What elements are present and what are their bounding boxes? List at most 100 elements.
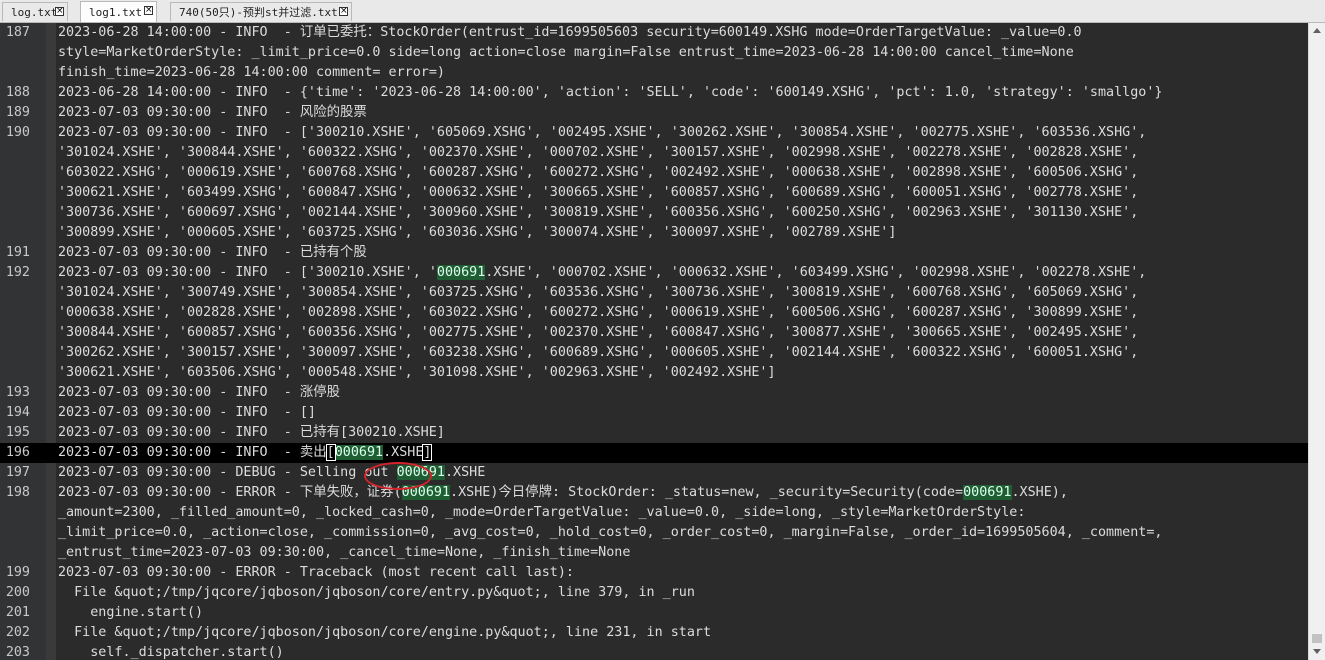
tab-label: log.txt <box>11 5 58 19</box>
editor-area[interactable]: 187 2023-06-28 14:00:00 - INFO - 订单已委托：St… <box>0 23 1308 660</box>
text-segment: 2023-06-28 14:00:00 - INFO - 订单已委托：Stock… <box>58 25 1082 40</box>
text-segment: 2023-07-03 09:30:00 - INFO - [] <box>58 405 316 420</box>
line-number: 199 <box>5 565 30 580</box>
text-line[interactable]: _amount=2300, _filled_amount=0, _locked_… <box>0 503 1308 523</box>
text-segment: engine.start() <box>58 605 204 620</box>
line-text: File &quot;/tmp/jqcore/jqboson/jqboson/c… <box>58 623 711 643</box>
scroll-down-button[interactable] <box>1309 644 1325 660</box>
line-text: 2023-07-03 09:30:00 - INFO - [] <box>58 403 316 423</box>
scrollbar-track[interactable] <box>1309 39 1325 644</box>
vertical-scrollbar[interactable] <box>1308 23 1325 660</box>
line-number: 203 <box>5 645 30 660</box>
line-number: 191 <box>5 245 30 260</box>
line-number <box>0 183 30 203</box>
text-line[interactable]: '300262.XSHE', '300157.XSHE', '300097.XS… <box>0 343 1308 363</box>
line-text: 2023-07-03 09:30:00 - ERROR - Traceback … <box>58 563 574 583</box>
text-line[interactable]: '300899.XSHE', '000605.XSHE', '603725.XS… <box>0 223 1308 243</box>
text-line[interactable]: '000638.XSHE', '002828.XSHE', '002898.XS… <box>0 303 1308 323</box>
text-line[interactable]: '300844.XSHE', '600857.XSHG', '600356.XS… <box>0 323 1308 343</box>
close-icon[interactable]: × <box>339 7 348 16</box>
text-segment: .XSHE', '000702.XSHE', '000632.XSHE', '6… <box>485 265 1147 280</box>
text-segment: '300899.XSHE', '000605.XSHE', '603725.XS… <box>58 225 897 240</box>
text-segment: .XSHE <box>444 465 486 480</box>
scroll-up-button[interactable] <box>1309 23 1325 39</box>
text-line[interactable]: 195 2023-07-03 09:30:00 - INFO - 已持有[3002… <box>0 423 1308 443</box>
text-segment: .XSHE <box>383 445 424 460</box>
search-highlight: 000691 <box>334 445 384 460</box>
line-text: '300844.XSHE', '600857.XSHG', '600356.XS… <box>58 323 1138 343</box>
text-line[interactable]: style=MarketOrderStyle: _limit_price=0.0… <box>0 43 1308 63</box>
line-text: engine.start() <box>58 603 203 623</box>
close-icon[interactable]: × <box>144 6 153 15</box>
text-line[interactable]: 199 2023-07-03 09:30:00 - ERROR - Traceba… <box>0 563 1308 583</box>
line-text: 2023-07-03 09:30:00 - INFO - 已持有个股 <box>58 243 367 263</box>
text-line[interactable]: 198 2023-07-03 09:30:00 - ERROR - 下单失败，证券… <box>0 483 1308 503</box>
text-line[interactable]: 192 2023-07-03 09:30:00 - INFO - ['300210… <box>0 263 1308 283</box>
text-line[interactable]: 189 2023-07-03 09:30:00 - INFO - 风险的股票 <box>0 103 1308 123</box>
text-line[interactable]: finish_time=2023-06-28 14:00:00 comment=… <box>0 63 1308 83</box>
text-line[interactable]: 194 2023-07-03 09:30:00 - INFO - [] <box>0 403 1308 423</box>
text-line[interactable]: 203 self._dispatcher.start() <box>0 643 1308 660</box>
line-number <box>0 283 30 303</box>
line-number: 188 <box>5 85 30 100</box>
text-segment: '300621.XSHE', '603499.XSHG', '600847.XS… <box>58 185 1139 200</box>
line-number <box>0 203 30 223</box>
line-number: 193 <box>5 385 30 400</box>
text-line[interactable]: '300736.XSHE', '600697.XSHG', '002144.XS… <box>0 203 1308 223</box>
text-segment: 2023-07-03 09:30:00 - INFO - ['300210.XS… <box>58 265 437 280</box>
text-segment: '300736.XSHE', '600697.XSHG', '002144.XS… <box>58 205 1139 220</box>
line-number <box>0 143 30 163</box>
line-number: 192 <box>5 265 30 280</box>
line-text: '300736.XSHE', '600697.XSHG', '002144.XS… <box>58 203 1138 223</box>
text-line[interactable]: '300621.XSHE', '603499.XSHG', '600847.XS… <box>0 183 1308 203</box>
text-line[interactable]: '301024.XSHE', '300749.XSHE', '300854.XS… <box>0 283 1308 303</box>
text-line[interactable]: 193 2023-07-03 09:30:00 - INFO - 涨停股 <box>0 383 1308 403</box>
text-segment: '603022.XSHG', '000619.XSHE', '600768.XS… <box>58 165 1139 180</box>
text-line[interactable]: _limit_price=0.0, _action=close, _commis… <box>0 523 1308 543</box>
text-segment: 2023-07-03 09:30:00 - INFO - 风险的股票 <box>58 105 367 120</box>
text-segment: .XSHE)今日停牌: StockOrder: _status=new, _se… <box>450 485 964 500</box>
tab-740-txt[interactable]: 740(50只)-预判st并过滤.txt × <box>170 2 352 21</box>
line-text: 2023-07-03 09:30:00 - INFO - ['300210.XS… <box>58 263 1146 283</box>
line-number <box>0 523 30 543</box>
text-line[interactable]: _entrust_time=2023-07-03 09:30:00, _canc… <box>0 543 1308 563</box>
text-line[interactable]: 202 File &quot;/tmp/jqcore/jqboson/jqbos… <box>0 623 1308 643</box>
text-line[interactable]: 191 2023-07-03 09:30:00 - INFO - 已持有个股 <box>0 243 1308 263</box>
text-segment: self._dispatcher.start() <box>58 645 284 660</box>
text-line[interactable]: 200 File &quot;/tmp/jqcore/jqboson/jqbos… <box>0 583 1308 603</box>
line-number: 197 <box>5 465 30 480</box>
line-text: 2023-07-03 09:30:00 - INFO - ['300210.XS… <box>58 123 1146 143</box>
text-segment: 2023-07-03 09:30:00 - INFO - 涨停股 <box>58 385 341 400</box>
line-number: 202 <box>5 625 30 640</box>
tab-log-txt[interactable]: log.txt × <box>2 2 68 21</box>
line-text: '301024.XSHE', '300844.XSHE', '600322.XS… <box>58 143 1138 163</box>
text-segment: 2023-07-03 09:30:00 - INFO - ['300210.XS… <box>58 125 1147 140</box>
line-number: 187 <box>5 25 30 40</box>
text-line[interactable]: 201 engine.start() <box>0 603 1308 623</box>
line-number: 198 <box>5 485 30 500</box>
line-number: 195 <box>5 425 30 440</box>
line-text: '300621.XSHE', '603499.XSHG', '600847.XS… <box>58 183 1138 203</box>
text-segment: style=MarketOrderStyle: _limit_price=0.0… <box>58 45 1074 60</box>
text-line[interactable]: 188 2023-06-28 14:00:00 - INFO - {'time':… <box>0 83 1308 103</box>
text-line[interactable]: 187 2023-06-28 14:00:00 - INFO - 订单已委托：St… <box>0 23 1308 43</box>
tab-label: log1.txt <box>89 5 142 19</box>
text-line[interactable]: 190 2023-07-03 09:30:00 - INFO - ['300210… <box>0 123 1308 143</box>
text-line[interactable]: '301024.XSHE', '300844.XSHE', '600322.XS… <box>0 143 1308 163</box>
tab-log1-txt[interactable]: log1.txt × <box>80 1 157 22</box>
line-text: 2023-06-28 14:00:00 - INFO - {'time': '2… <box>58 83 1162 103</box>
arrow-up-icon <box>1313 28 1321 33</box>
text-segment: '300844.XSHE', '600857.XSHG', '600356.XS… <box>58 325 1139 340</box>
current-line[interactable]: 196 2023-07-03 09:30:00 - INFO - 卖出[00069… <box>0 443 1308 463</box>
close-icon[interactable]: × <box>55 7 64 16</box>
line-number <box>0 223 30 243</box>
line-text: _entrust_time=2023-07-03 09:30:00, _canc… <box>58 543 630 563</box>
text-lines: 187 2023-06-28 14:00:00 - INFO - 订单已委托：St… <box>0 23 1308 660</box>
text-line[interactable]: '603022.XSHG', '000619.XSHE', '600768.XS… <box>0 163 1308 183</box>
text-segment: _limit_price=0.0, _action=close, _commis… <box>58 525 1163 540</box>
text-segment: '000638.XSHE', '002828.XSHE', '002898.XS… <box>58 305 1139 320</box>
text-segment: .XSHE), <box>1011 485 1068 500</box>
text-line[interactable]: 197 2023-07-03 09:30:00 - DEBUG - Selling… <box>0 463 1308 483</box>
text-line[interactable]: '300621.XSHE', '603506.XSHG', '000548.XS… <box>0 363 1308 383</box>
scrollbar-thumb[interactable] <box>1312 633 1322 643</box>
